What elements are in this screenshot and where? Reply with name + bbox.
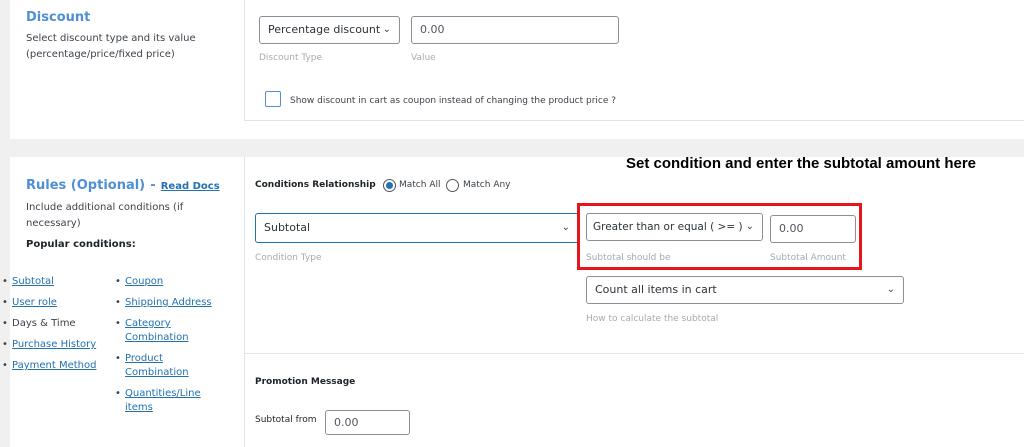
discount-description: Select discount type and its value (perc… xyxy=(26,33,196,60)
subtotal-from-label: Subtotal from xyxy=(255,415,317,425)
subtotal-from-input[interactable]: 0.00 xyxy=(325,410,410,435)
rules-section: Rules (Optional) - Read Docs Include add… xyxy=(2,157,1024,447)
discount-type-value: Percentage discount xyxy=(268,23,381,36)
discount-value-input[interactable]: 0.00 xyxy=(411,16,619,44)
condition-link-purchase-history[interactable]: Purchase History xyxy=(12,339,96,350)
annotation-callout-text: Set condition and enter the subtotal amo… xyxy=(626,155,977,172)
rules-description: Include additional conditions (if necess… xyxy=(26,202,184,229)
discount-title: Discount xyxy=(26,10,91,25)
condition-type-value: Subtotal xyxy=(264,221,311,234)
condition-link-payment-method[interactable]: Payment Method xyxy=(12,360,96,371)
popular-conditions-col1: Subtotal User role Days & Time Purchase … xyxy=(0,275,120,373)
condition-type-hint: Condition Type xyxy=(255,253,322,263)
condition-link-coupon[interactable]: Coupon xyxy=(125,276,163,287)
subtotal-calculation-select[interactable]: Count all items in cart ⌄ xyxy=(586,276,904,304)
discount-value-hint: Value xyxy=(411,53,436,63)
calculation-hint: How to calculate the subtotal xyxy=(586,314,719,324)
rules-title: Rules (Optional) xyxy=(26,178,146,193)
match-any-radio[interactable] xyxy=(446,179,459,192)
chevron-down-icon: ⌄ xyxy=(886,284,895,295)
condition-link-subtotal[interactable]: Subtotal xyxy=(12,276,54,287)
discount-section: Discount Select discount type and its va… xyxy=(10,0,1024,139)
match-all-radio[interactable] xyxy=(383,179,396,192)
condition-type-select[interactable]: Subtotal ⌄ xyxy=(255,213,579,243)
condition-link-user-role[interactable]: User role xyxy=(12,297,57,308)
discount-type-hint: Discount Type xyxy=(259,53,323,63)
rules-dash: - xyxy=(150,178,156,193)
rules-header: Rules (Optional) - Read Docs Include add… xyxy=(26,174,226,250)
popular-conditions-col2: Coupon Shipping Address Category Combina… xyxy=(113,275,223,415)
match-all-label: Match All xyxy=(399,180,441,190)
match-any-label: Match Any xyxy=(463,180,511,190)
condition-days-time: Days & Time xyxy=(12,318,76,329)
condition-link-category-combination[interactable]: Category Combination xyxy=(125,318,189,343)
discount-body: Percentage discount ⌄ 0.00 Discount Type… xyxy=(244,0,1024,121)
coupon-checkbox-label: Show discount in cart as coupon instead … xyxy=(290,96,617,106)
calculation-value: Count all items in cart xyxy=(595,283,717,296)
read-docs-link[interactable]: Read Docs xyxy=(161,181,220,192)
condition-link-quantities-line-items[interactable]: Quantities/Line items xyxy=(125,388,201,413)
section-divider xyxy=(245,353,1024,354)
discount-type-select[interactable]: Percentage discount ⌄ xyxy=(259,16,400,44)
promotion-message-title: Promotion Message xyxy=(255,377,356,387)
condition-link-product-combination[interactable]: Product Combination xyxy=(125,353,189,378)
rules-body: Conditions Relationship Match All Match … xyxy=(244,157,1024,447)
annotation-highlight-box xyxy=(577,203,862,270)
coupon-checkbox[interactable] xyxy=(265,91,281,107)
chevron-down-icon: ⌄ xyxy=(561,222,570,233)
conditions-relationship-label: Conditions Relationship xyxy=(255,180,376,190)
discount-header: Discount Select discount type and its va… xyxy=(26,10,216,63)
condition-link-shipping-address[interactable]: Shipping Address xyxy=(125,297,212,308)
popular-conditions-label: Popular conditions: xyxy=(26,239,136,250)
chevron-down-icon: ⌄ xyxy=(382,24,391,35)
